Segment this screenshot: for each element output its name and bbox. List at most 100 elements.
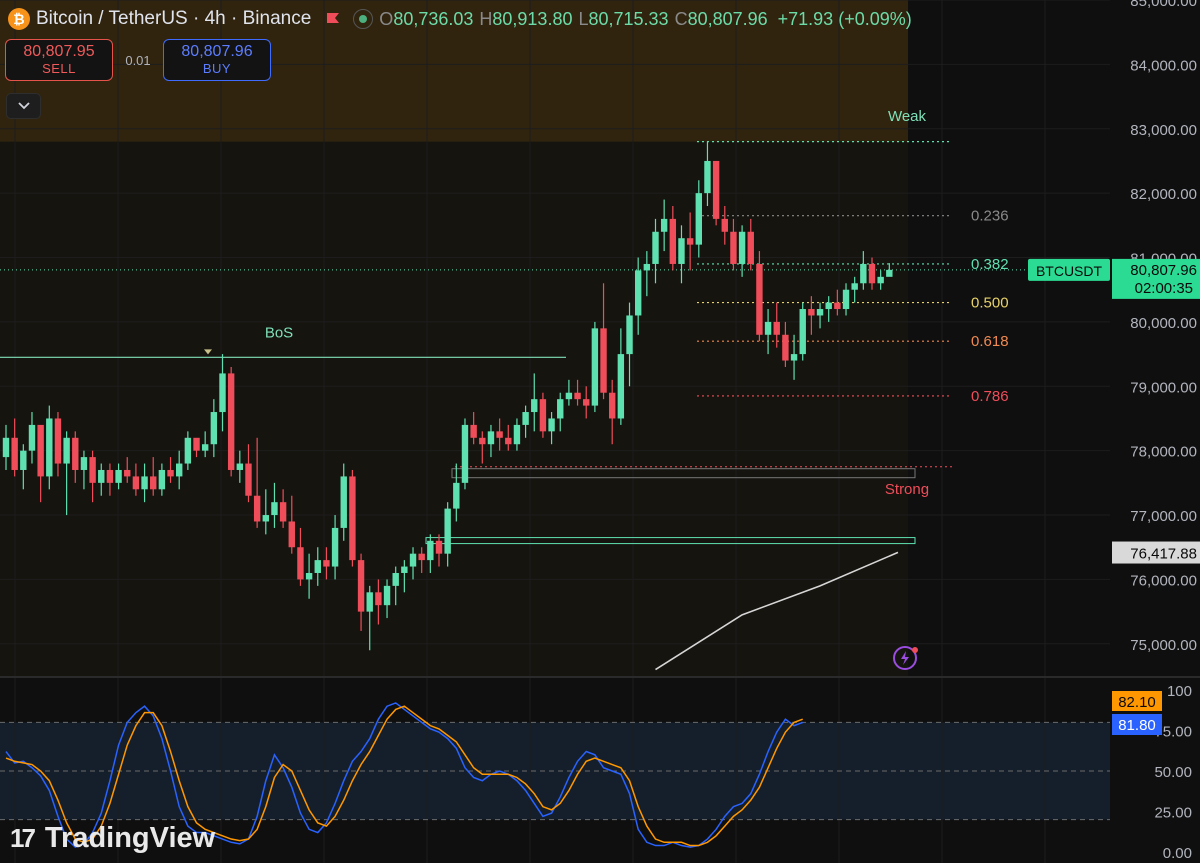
- candle: [487, 431, 495, 445]
- stoch-tick-label: 0.00: [1163, 845, 1192, 862]
- stoch-tick-label: 100: [1167, 683, 1192, 700]
- candle: [825, 302, 832, 310]
- bos-label: BoS: [265, 324, 293, 341]
- sell-price: 80,807.95: [23, 43, 95, 60]
- candle: [453, 482, 460, 509]
- candle: [842, 289, 850, 310]
- candle: [444, 508, 451, 554]
- stoch-k-label: 81.80: [1118, 717, 1156, 734]
- candle: [349, 476, 356, 561]
- candle: [470, 424, 477, 438]
- candle: [20, 450, 27, 470]
- candle: [427, 540, 434, 561]
- candle: [98, 469, 105, 483]
- candle: [271, 502, 278, 516]
- strong-label: Strong: [885, 481, 929, 498]
- stoch-d-label: 82.10: [1118, 694, 1156, 711]
- chart-canvas[interactable]: BoS Weak Strong 0.236 0.382 0.500 0.618 0.786 85…: [0, 0, 1200, 863]
- legend-bar: ₿ Bitcoin / TetherUS · 4h · Binance O80,…: [0, 0, 912, 38]
- market-status-icon[interactable]: [353, 9, 374, 29]
- candle: [383, 585, 391, 606]
- candle: [124, 469, 131, 477]
- candle: [686, 238, 694, 245]
- candle: [617, 354, 625, 419]
- candle: [37, 424, 44, 477]
- buy-button[interactable]: 80,807.96 BUY: [163, 39, 271, 81]
- spread-value: 0.01: [125, 52, 151, 68]
- candle: [756, 263, 763, 335]
- candle: [253, 495, 261, 522]
- candle: [548, 418, 555, 432]
- candle: [80, 457, 88, 470]
- candle: [591, 328, 599, 406]
- countdown-label: 02:00:35: [1135, 280, 1193, 297]
- candle: [2, 437, 10, 458]
- buy-price: 80,807.96: [181, 43, 253, 60]
- candle: [340, 476, 347, 528]
- tradingview-logo[interactable]: 17 TradingView: [10, 822, 215, 855]
- candle: [574, 392, 581, 400]
- candle: [678, 238, 685, 264]
- symbol-title[interactable]: Bitcoin / TetherUS · 4h · Binance: [36, 8, 311, 30]
- candle: [505, 437, 512, 445]
- candle: [539, 399, 547, 432]
- candle: [712, 160, 720, 219]
- tradingview-mark-icon: 17: [10, 823, 36, 853]
- buy-label: BUY: [202, 61, 232, 76]
- fib-label: 0.236: [971, 208, 1009, 225]
- chevron-down-icon: [17, 102, 30, 110]
- candle: [115, 469, 122, 483]
- sell-label: SELL: [42, 61, 76, 76]
- candle: [565, 392, 573, 400]
- candle: [245, 463, 252, 496]
- candle: [193, 437, 200, 451]
- candle: [609, 392, 616, 419]
- stoch-tick-label: 25.00: [1154, 805, 1192, 822]
- open-value: O80,736.03: [379, 8, 474, 29]
- ticker-tag-label: BTCUSDT: [1036, 263, 1103, 279]
- candle: [479, 437, 486, 445]
- candle: [392, 572, 399, 586]
- candle: [600, 328, 607, 393]
- price-tick-label: 78,000.00: [1130, 444, 1197, 461]
- price-tick-label: 80,000.00: [1130, 315, 1197, 332]
- candle: [176, 463, 183, 477]
- candle: [184, 437, 192, 464]
- candle: [409, 553, 417, 567]
- candle: [357, 560, 365, 612]
- high-value: H80,913.80: [479, 8, 573, 29]
- candle: [219, 373, 226, 413]
- candle: [461, 424, 469, 483]
- candle: [790, 354, 798, 361]
- candle: [54, 418, 62, 464]
- candle: [28, 424, 36, 451]
- candle: [669, 218, 677, 264]
- candle: [89, 457, 96, 483]
- candle: [418, 553, 425, 561]
- candle: [106, 469, 114, 483]
- candle: [808, 309, 815, 316]
- candle: [834, 302, 841, 310]
- price-tick-label: 79,000.00: [1130, 379, 1197, 396]
- candle: [816, 309, 824, 316]
- close-value: C80,807.96: [674, 8, 768, 29]
- candle: [236, 463, 244, 470]
- sell-button[interactable]: 80,807.95 SELL: [5, 39, 113, 81]
- candle: [634, 270, 642, 316]
- price-tick-label: 75,000.00: [1130, 637, 1197, 654]
- flag-icon[interactable]: [325, 11, 341, 27]
- collapse-legend-button[interactable]: [6, 93, 41, 119]
- price-tick-label: 84,000.00: [1130, 57, 1197, 74]
- candle: [158, 469, 166, 490]
- candle: [557, 399, 564, 419]
- candle: [513, 424, 521, 445]
- candle: [11, 437, 18, 470]
- candle: [660, 218, 668, 232]
- candle: [435, 540, 443, 554]
- price-tick-label: 82,000.00: [1130, 186, 1197, 203]
- candle: [314, 560, 321, 573]
- candle: [531, 399, 538, 413]
- bitcoin-icon: ₿: [8, 8, 30, 30]
- candle: [150, 476, 157, 490]
- candle: [46, 418, 53, 477]
